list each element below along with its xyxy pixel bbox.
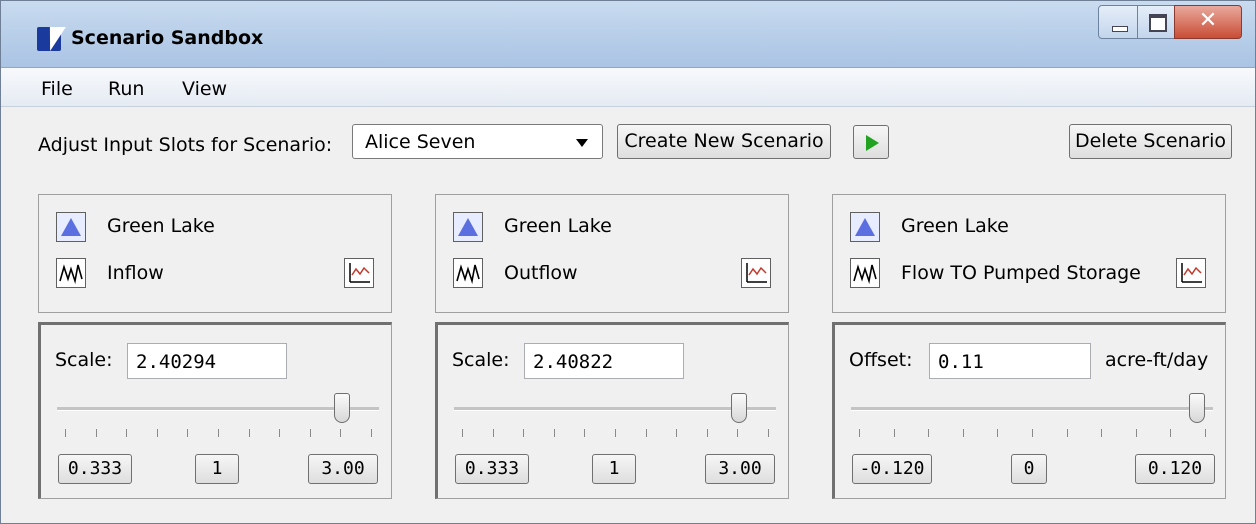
slider-tick <box>859 429 860 437</box>
plot-icon[interactable] <box>344 258 374 288</box>
menu-run[interactable]: Run <box>108 78 144 100</box>
delete-scenario-button[interactable]: Delete Scenario <box>1069 124 1232 159</box>
slider-tick <box>340 429 342 437</box>
object-name: Green Lake <box>901 215 1009 237</box>
mid-value-button[interactable]: 1 <box>592 454 636 484</box>
timeseries-slot-icon[interactable] <box>850 258 880 288</box>
slider-tick <box>126 429 128 437</box>
adjust-panel-1: Scale: 2.40294 0.333 1 3.00 <box>38 322 392 499</box>
slider-tick <box>676 429 678 437</box>
unit-label: acre-ft/day <box>1105 349 1209 371</box>
param-label: Offset: <box>849 349 913 371</box>
reservoir-triangle-icon[interactable] <box>56 212 86 242</box>
slot-name: Inflow <box>107 262 164 284</box>
minimize-button[interactable] <box>1098 5 1138 39</box>
slider-tick <box>706 429 708 437</box>
close-icon: ✕ <box>1198 8 1218 33</box>
min-value-button[interactable]: 0.333 <box>58 454 132 484</box>
slider-tick <box>1205 429 1206 437</box>
menu-view[interactable]: View <box>182 78 227 100</box>
slider-tick <box>768 429 769 437</box>
slider-tick <box>95 429 97 437</box>
maximize-button[interactable] <box>1137 5 1175 39</box>
slider-tick <box>1032 429 1033 437</box>
slider-tick <box>615 429 616 437</box>
slider-tick <box>1135 429 1137 437</box>
chevron-down-icon <box>576 139 588 147</box>
mid-value-button[interactable]: 1 <box>195 454 239 484</box>
slider-tick <box>584 429 586 437</box>
plot-icon[interactable] <box>741 258 771 288</box>
slider-tick <box>462 429 463 437</box>
slot-name: Outflow <box>504 262 578 284</box>
slider-tick <box>962 429 964 437</box>
scale-input[interactable]: 2.40822 <box>524 343 684 379</box>
slider-tick <box>156 429 158 437</box>
slider-tick <box>187 429 189 437</box>
title-bar: Scenario Sandbox ✕ <box>1 1 1255 68</box>
mid-value-button[interactable]: 0 <box>1011 454 1047 484</box>
slider-tick <box>928 429 930 437</box>
slider-tick <box>893 429 895 437</box>
slot-header-panel-2: Green Lake Outflow <box>435 194 789 313</box>
scenario-selected-value: Alice Seven <box>365 131 476 153</box>
slider-tick <box>65 429 66 437</box>
max-value-button[interactable]: 3.00 <box>705 454 775 484</box>
slider-tick <box>309 429 311 437</box>
slider-tick <box>645 429 647 437</box>
adjust-panel-2: Scale: 2.40822 0.333 1 3.00 <box>435 322 789 499</box>
slot-header-panel-3: Green Lake Flow TO Pumped Storage <box>832 194 1226 313</box>
menu-file[interactable]: File <box>41 78 73 100</box>
slider-tick <box>737 429 739 437</box>
slider-thumb[interactable] <box>1188 393 1205 423</box>
min-value-button[interactable]: -0.120 <box>852 454 932 484</box>
window-title: Scenario Sandbox <box>71 27 264 49</box>
plot-icon[interactable] <box>1176 258 1206 288</box>
offset-input[interactable]: 0.11 <box>929 343 1091 379</box>
slider-track[interactable] <box>851 407 1213 411</box>
adjust-panel-3: Offset: 0.11 acre-ft/day -0.120 0 0.120 <box>832 322 1226 499</box>
object-name: Green Lake <box>504 215 612 237</box>
slot-name: Flow TO Pumped Storage <box>901 262 1141 284</box>
slider-track[interactable] <box>57 407 379 411</box>
timeseries-slot-icon[interactable] <box>56 258 86 288</box>
scenario-sandbox-window: Scenario Sandbox ✕ File Run View Adjust … <box>0 0 1256 524</box>
reservoir-triangle-icon[interactable] <box>453 212 483 242</box>
slider-track[interactable] <box>454 407 776 411</box>
slider-tick <box>218 429 219 437</box>
param-label: Scale: <box>452 349 510 371</box>
scale-input[interactable]: 2.40294 <box>127 343 287 379</box>
slider-tick <box>1066 429 1068 437</box>
slider-thumb[interactable] <box>333 393 350 423</box>
timeseries-slot-icon[interactable] <box>453 258 483 288</box>
close-button[interactable]: ✕ <box>1174 5 1242 39</box>
slider-tick <box>1101 429 1103 437</box>
slider-tick <box>1170 429 1172 437</box>
scenario-dropdown[interactable]: Alice Seven <box>352 124 603 159</box>
max-value-button[interactable]: 0.120 <box>1135 454 1215 484</box>
slider-tick <box>371 429 372 437</box>
slider-tick <box>997 429 999 437</box>
slider-tick <box>523 429 525 437</box>
slider-thumb[interactable] <box>730 393 747 423</box>
object-name: Green Lake <box>107 215 215 237</box>
slider-tick <box>248 429 250 437</box>
min-value-button[interactable]: 0.333 <box>455 454 529 484</box>
app-logo-icon <box>37 27 61 51</box>
reservoir-triangle-icon[interactable] <box>850 212 880 242</box>
param-label: Scale: <box>55 349 113 371</box>
slider-tick <box>492 429 494 437</box>
slider-tick <box>553 429 555 437</box>
slider-tick <box>279 429 281 437</box>
slot-header-panel-1: Green Lake Inflow <box>38 194 392 313</box>
run-button[interactable] <box>853 125 889 159</box>
menu-bar: File Run View <box>1 68 1255 107</box>
max-value-button[interactable]: 3.00 <box>308 454 378 484</box>
create-new-scenario-button[interactable]: Create New Scenario <box>617 124 831 159</box>
scenario-label: Adjust Input Slots for Scenario: <box>38 134 333 156</box>
